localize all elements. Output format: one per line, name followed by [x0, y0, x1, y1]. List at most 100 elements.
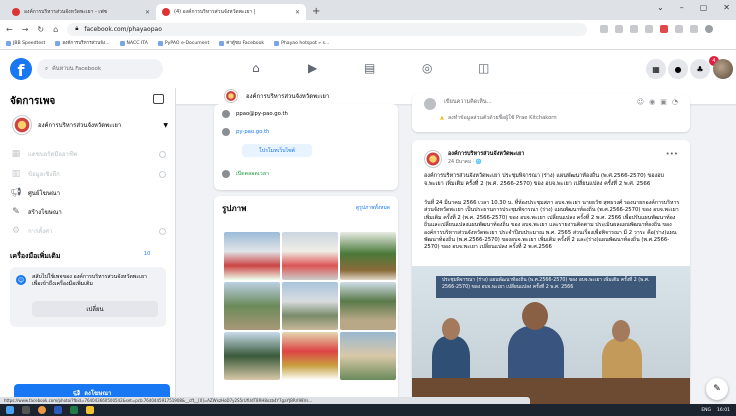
notifications-icon[interactable]: ♣ — [690, 59, 710, 79]
disabled-icon — [159, 170, 166, 178]
sidebar-item-ad-center[interactable]: 📢︎ ศูนย์โฆษณา — [10, 185, 166, 201]
url-field[interactable]: 🔒︎ facebook.com/phayaopao — [67, 22, 588, 36]
tools-count-badge[interactable]: 10 — [144, 251, 150, 257]
tab-favicon — [12, 8, 20, 16]
photo-thumbnail[interactable] — [224, 332, 280, 380]
post-author[interactable]: องค์การบริหารส่วนจังหวัดพะเยา — [448, 150, 524, 158]
bookmark[interactable]: องค์การบริหารส่วนจัง... — [55, 40, 110, 47]
post-headline: องค์การบริหารส่วนจังหวัดพะเยา ประชุมพิจา… — [424, 173, 665, 187]
share-icon[interactable] — [630, 25, 639, 33]
excel-icon[interactable] — [70, 406, 78, 414]
photo-thumbnail[interactable] — [340, 282, 396, 330]
browser-tab-2[interactable]: (4) องค์การบริหารส่วนจังหวัดพะเยา | ✕ — [156, 4, 306, 20]
close-window-icon[interactable]: ✕ — [723, 3, 730, 12]
word-icon[interactable] — [54, 406, 62, 414]
identity-warning-text: ลงทำข้อมูลส่วนตัวด้วยชื่อผู้ใช้ Prae Kit… — [448, 115, 557, 121]
forward-icon[interactable]: → — [22, 25, 29, 34]
gif-icon[interactable]: ▣ — [660, 98, 667, 106]
sidebar-item-settings[interactable]: ⚙ การตั้งค่า — [10, 223, 166, 239]
windows-start-icon[interactable] — [6, 406, 14, 414]
more-options-icon[interactable]: ••• — [666, 150, 678, 158]
minimize-icon[interactable]: – — [680, 3, 684, 12]
page-selector-label: องค์การบริหารส่วนจังหวัดพะเยา — [38, 122, 122, 129]
sticker-icon[interactable]: ◔ — [672, 98, 678, 106]
language-indicator[interactable]: ENG — [701, 408, 711, 413]
home-tab-icon[interactable]: ⌂ — [252, 61, 260, 75]
warning-icon: ▲ — [440, 115, 444, 121]
avatar[interactable] — [713, 59, 733, 79]
photo-thumbnail[interactable] — [282, 332, 338, 380]
clock-text[interactable]: 16:01 — [717, 408, 730, 413]
bookmark[interactable]: Phayao hotspot » s... — [274, 41, 329, 46]
search-icon[interactable] — [22, 406, 30, 414]
post-date[interactable]: 24 มีนาคม · 🌐 — [448, 158, 482, 166]
user-icon: ☺ — [16, 275, 26, 285]
page-title: องค์การบริหารส่วนจังหวัดพะเยา — [246, 93, 330, 100]
reload-icon[interactable]: ↻ — [37, 25, 44, 34]
sidebar-item-insights[interactable]: ▥ ข้อมูลเชิงลึก — [10, 166, 166, 182]
photo-thumbnail[interactable] — [340, 232, 396, 280]
puzzle-icon[interactable] — [675, 25, 684, 33]
bookmark[interactable]: NACC ITA — [119, 41, 148, 46]
photo-thumbnail[interactable] — [224, 282, 280, 330]
profile-icon[interactable] — [705, 25, 714, 33]
photo-thumbnail[interactable] — [282, 282, 338, 330]
search-placeholder: ค้นหาบน Facebook — [52, 66, 102, 72]
bookmark[interactable]: PyPAO e-Document — [157, 41, 210, 46]
translate-icon[interactable] — [615, 25, 624, 33]
browser-tab-1[interactable]: องค์การบริหารส่วนจังหวัดพะเยา - เฟซ ✕ — [6, 4, 156, 20]
bookmark-label: JBB Speedtest — [13, 41, 46, 46]
switch-button[interactable]: เปลี่ยน — [32, 301, 158, 317]
maximize-icon[interactable]: ▢ — [700, 3, 708, 12]
facebook-logo[interactable]: f — [10, 58, 32, 80]
close-icon[interactable]: ✕ — [295, 9, 300, 16]
bookmark[interactable]: JBB Speedtest — [6, 41, 45, 46]
disabled-icon — [159, 150, 166, 158]
photo-thumbnail[interactable] — [224, 232, 280, 280]
sidebar-item-dashboard[interactable]: ▦ แดชบอร์ดมืออาชีพ — [10, 146, 166, 162]
new-tab-button[interactable]: + — [306, 6, 326, 20]
folder-icon[interactable] — [86, 406, 94, 414]
close-icon[interactable]: ✕ — [145, 9, 150, 16]
bookmark-label: NACC ITA — [126, 41, 148, 46]
new-message-button[interactable]: ✎ — [706, 378, 728, 400]
menu-grid-icon[interactable]: ▦ — [646, 59, 666, 79]
page-content: องค์การบริหารส่วนจังหวัดพะเยา ppao@py-pa… — [176, 88, 736, 404]
camera-icon[interactable]: ◉ — [649, 98, 655, 106]
identity-warning: ▲ ลงทำข้อมูลส่วนตัวด้วยชื่อผู้ใช้ Prae K… — [440, 114, 557, 122]
star-icon[interactable] — [645, 25, 654, 33]
gaming-tab-icon[interactable]: ◫ — [478, 61, 489, 75]
photo-thumbnail[interactable] — [282, 232, 338, 280]
photo-thumbnail[interactable] — [340, 332, 396, 380]
comment-input[interactable]: เขียนความคิดเห็น... — [444, 98, 492, 106]
bookmark-label: PyPAO e-Document — [164, 41, 210, 46]
email-row[interactable]: ppao@py-pao.go.th — [222, 110, 288, 118]
search-input[interactable]: ⌕ ค้นหาบน Facebook — [37, 59, 163, 79]
page-logo[interactable] — [424, 150, 442, 168]
emoji-icon[interactable]: ☺ — [637, 98, 644, 106]
person-head — [442, 318, 460, 340]
more-tools-heading: เครื่องมือเพิ่มเติม — [10, 252, 61, 260]
see-all-photos-link[interactable]: ดูรูปภาพทั้งหมด — [356, 204, 390, 212]
sidebar-item-create-ad[interactable]: ✎ สร้างโฆษณา — [10, 204, 166, 220]
sidebar-icon[interactable] — [690, 25, 699, 33]
home-icon[interactable]: ⌂ — [53, 25, 58, 34]
bookmarks-bar: JBB Speedtest องค์การบริหารส่วนจัง... NA… — [0, 38, 736, 50]
page-selector[interactable]: องค์การบริหารส่วนจังหวัดพะเยา ▼ — [8, 112, 168, 138]
groups-tab-icon[interactable]: ◎ — [422, 61, 432, 75]
messenger-icon[interactable]: ● — [668, 59, 688, 79]
extension-icon[interactable] — [660, 25, 669, 33]
watch-tab-icon[interactable]: ▶ — [308, 61, 317, 75]
hours-row[interactable]: เปิดตลอดเวลา — [222, 170, 269, 178]
chrome-icon[interactable] — [38, 406, 46, 414]
marketplace-tab-icon[interactable]: ▤ — [364, 61, 375, 75]
collapse-panel-icon[interactable] — [153, 94, 164, 104]
switch-page-card: ☺ สลับไปใช้เพจของ องค์การบริหารส่วนจังหว… — [10, 267, 166, 327]
bookmark[interactable]: ค่าตู้ชม Facebook — [219, 40, 264, 47]
promote-website-button[interactable]: โปรโมทเว็บไซต์ — [242, 144, 312, 157]
key-icon[interactable] — [600, 25, 609, 33]
back-icon[interactable]: ← — [6, 25, 13, 34]
website-row[interactable]: py-pao.go.th — [222, 128, 269, 136]
chevron-down-icon[interactable]: ⌄ — [657, 3, 664, 12]
post-image[interactable]: ประชุมพิจารณา (ร่าง) แผนพัฒนาท้องถิ่น (พ… — [412, 266, 690, 404]
